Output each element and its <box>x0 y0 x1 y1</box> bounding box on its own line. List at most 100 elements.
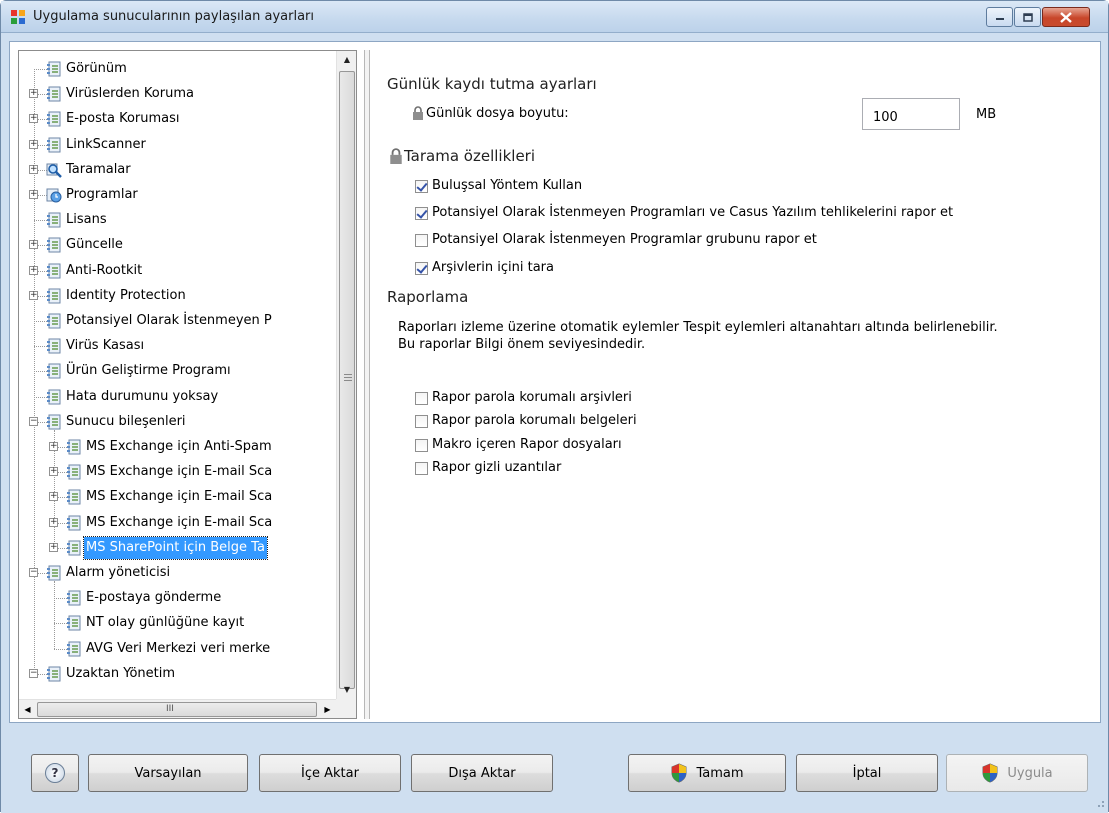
tree-item-label: E-posta Koruması <box>66 111 180 127</box>
log-size-label: Günlük dosya boyutu: <box>426 106 569 121</box>
tree-item[interactable]: Hata durumunu yoksay <box>19 386 336 408</box>
tree-item-label: Görünüm <box>66 61 127 76</box>
help-button[interactable]: ? <box>31 754 79 792</box>
export-button[interactable]: Dışa Aktar <box>411 754 553 792</box>
ok-button[interactable]: Tamam <box>628 754 786 792</box>
scroll-right-arrow-icon[interactable]: ▶ <box>319 700 336 718</box>
collapse-icon[interactable]: − <box>29 668 38 678</box>
minimize-button[interactable] <box>986 7 1013 27</box>
scroll-thumb[interactable] <box>339 71 355 689</box>
scroll-left-arrow-icon[interactable]: ◀ <box>19 700 36 718</box>
tree-item[interactable]: + MS Exchange için E-mail Sca <box>19 461 336 483</box>
maximize-button[interactable] <box>1014 7 1041 27</box>
expand-icon[interactable]: + <box>29 139 38 149</box>
tree-item-label: Programlar <box>66 187 138 202</box>
tree-item[interactable]: NT olay günlüğüne kayıt <box>19 612 336 634</box>
settings-page-icon <box>47 263 61 279</box>
scroll-up-arrow-icon[interactable]: ▲ <box>337 51 356 68</box>
expand-icon[interactable]: + <box>29 190 38 199</box>
help-icon: ? <box>45 763 65 783</box>
collapse-icon[interactable]: − <box>29 568 38 577</box>
panel-splitter[interactable] <box>364 50 370 719</box>
apply-button[interactable]: Uygula <box>946 754 1088 792</box>
option-label[interactable]: Potansiyel Olarak İstenmeyen Programları… <box>432 205 953 220</box>
tree-item[interactable]: + LinkScanner <box>19 134 336 156</box>
tree-item[interactable]: + Güncelle <box>19 234 336 256</box>
settings-page-icon <box>47 414 61 430</box>
tree-item[interactable]: + MS Exchange için Anti-Spam <box>19 436 336 458</box>
settings-page-icon <box>67 515 81 531</box>
tree-item-label: Anti-Rootkit <box>66 262 143 278</box>
tree-item[interactable]: + Anti-Rootkit <box>19 260 336 282</box>
expand-icon[interactable]: + <box>29 89 38 99</box>
maximize-icon <box>1022 12 1033 22</box>
tree-item[interactable]: E-postaya gönderme <box>19 587 336 609</box>
expand-icon[interactable]: + <box>49 442 58 451</box>
tree-item[interactable]: Görünüm <box>19 58 336 80</box>
tree-item[interactable]: + MS Exchange için E-mail Sca <box>19 512 336 534</box>
settings-window: Uygulama sunucularının paylaşılan ayarla… <box>0 0 1109 813</box>
import-button[interactable]: İçe Aktar <box>259 754 401 792</box>
option-checkbox[interactable] <box>415 180 428 193</box>
option-checkbox[interactable] <box>415 461 428 475</box>
expand-icon[interactable]: + <box>29 265 38 275</box>
tree-item[interactable]: Potansiyel Olarak İstenmeyen P <box>19 310 336 332</box>
option-label[interactable]: Buluşsal Yöntem Kullan <box>432 178 582 193</box>
tree-item[interactable]: + E-posta Koruması <box>19 108 336 130</box>
expand-icon[interactable]: + <box>29 240 38 250</box>
schedule-icon <box>46 188 62 203</box>
expand-icon[interactable]: + <box>49 467 58 477</box>
expand-icon[interactable]: + <box>49 492 58 502</box>
settings-tree[interactable]: Görünüm + Virüslerden Koruma + E-posta Korum… <box>18 50 357 719</box>
ok-button-label: Tamam <box>696 765 744 781</box>
tree-horizontal-scrollbar[interactable]: ◀ III ▶ <box>19 699 336 718</box>
tree-item[interactable]: + Virüslerden Koruma <box>19 83 336 105</box>
tree-item[interactable]: Lisans <box>19 209 336 231</box>
settings-page-icon <box>47 61 61 77</box>
tree-item[interactable]: Virüs Kasası <box>19 335 336 357</box>
log-size-input[interactable] <box>862 98 960 130</box>
tree-item[interactable]: − Sunucu bileşenleri <box>19 411 336 433</box>
tree-item[interactable]: + MS Exchange için E-mail Sca <box>19 486 336 508</box>
scroll-down-arrow-icon[interactable]: ▼ <box>337 681 356 698</box>
settings-page-icon <box>47 86 61 102</box>
tree-item[interactable]: + Programlar <box>19 184 336 206</box>
option-label[interactable]: Rapor gizli uzantılar <box>432 460 561 475</box>
resize-grip-icon[interactable] <box>1095 798 1105 808</box>
tree-item[interactable]: + Identity Protection <box>19 285 336 307</box>
option-label[interactable]: Rapor parola korumalı arşivleri <box>432 390 632 405</box>
collapse-icon[interactable]: − <box>29 416 38 426</box>
tree-item[interactable]: − Alarm yöneticisi <box>19 562 336 584</box>
option-label[interactable]: Rapor parola korumalı belgeleri <box>432 413 637 428</box>
close-button[interactable] <box>1042 7 1090 27</box>
option-label[interactable]: Makro içeren Rapor dosyaları <box>432 437 622 452</box>
tree-item[interactable]: AVG Veri Merkezi veri merke <box>19 638 336 660</box>
cancel-button[interactable]: İptal <box>796 754 938 792</box>
option-label[interactable]: Arşivlerin içini tara <box>432 260 554 275</box>
tree-viewport: Görünüm + Virüslerden Koruma + E-posta Korum… <box>19 51 336 699</box>
expand-icon[interactable]: + <box>29 164 38 174</box>
option-checkbox[interactable] <box>415 415 428 429</box>
expand-icon[interactable]: + <box>49 542 58 552</box>
expand-icon[interactable]: + <box>29 114 38 124</box>
defaults-button[interactable]: Varsayılan <box>88 754 248 792</box>
option-checkbox[interactable] <box>415 438 428 452</box>
lock-icon <box>413 106 423 120</box>
expand-icon[interactable]: + <box>49 517 58 527</box>
title-bar[interactable]: Uygulama sunucularının paylaşılan ayarla… <box>1 1 1108 33</box>
option-label[interactable]: Potansiyel Olarak İstenmeyen Programlar … <box>432 232 817 247</box>
tree-item[interactable]: Ürün Geliştirme Programı <box>19 360 336 382</box>
settings-page-icon <box>67 489 81 505</box>
tree-item[interactable]: − Uzaktan Yönetim <box>19 663 336 685</box>
tree-item[interactable]: + Taramalar <box>19 159 336 181</box>
tree-vertical-scrollbar[interactable]: ▲ ▼ <box>336 51 356 699</box>
option-checkbox[interactable] <box>415 261 428 275</box>
expand-icon[interactable]: + <box>29 290 38 300</box>
tree-item-label: MS Exchange için E-mail Sca <box>86 464 273 480</box>
option-checkbox[interactable] <box>415 207 428 221</box>
option-checkbox[interactable] <box>415 234 428 248</box>
h-scroll-thumb[interactable]: III <box>37 702 317 717</box>
option-checkbox[interactable] <box>415 392 428 405</box>
settings-page-icon <box>67 641 81 657</box>
tree-item[interactable]: + MS SharePoint için Belge Ta <box>19 535 336 560</box>
